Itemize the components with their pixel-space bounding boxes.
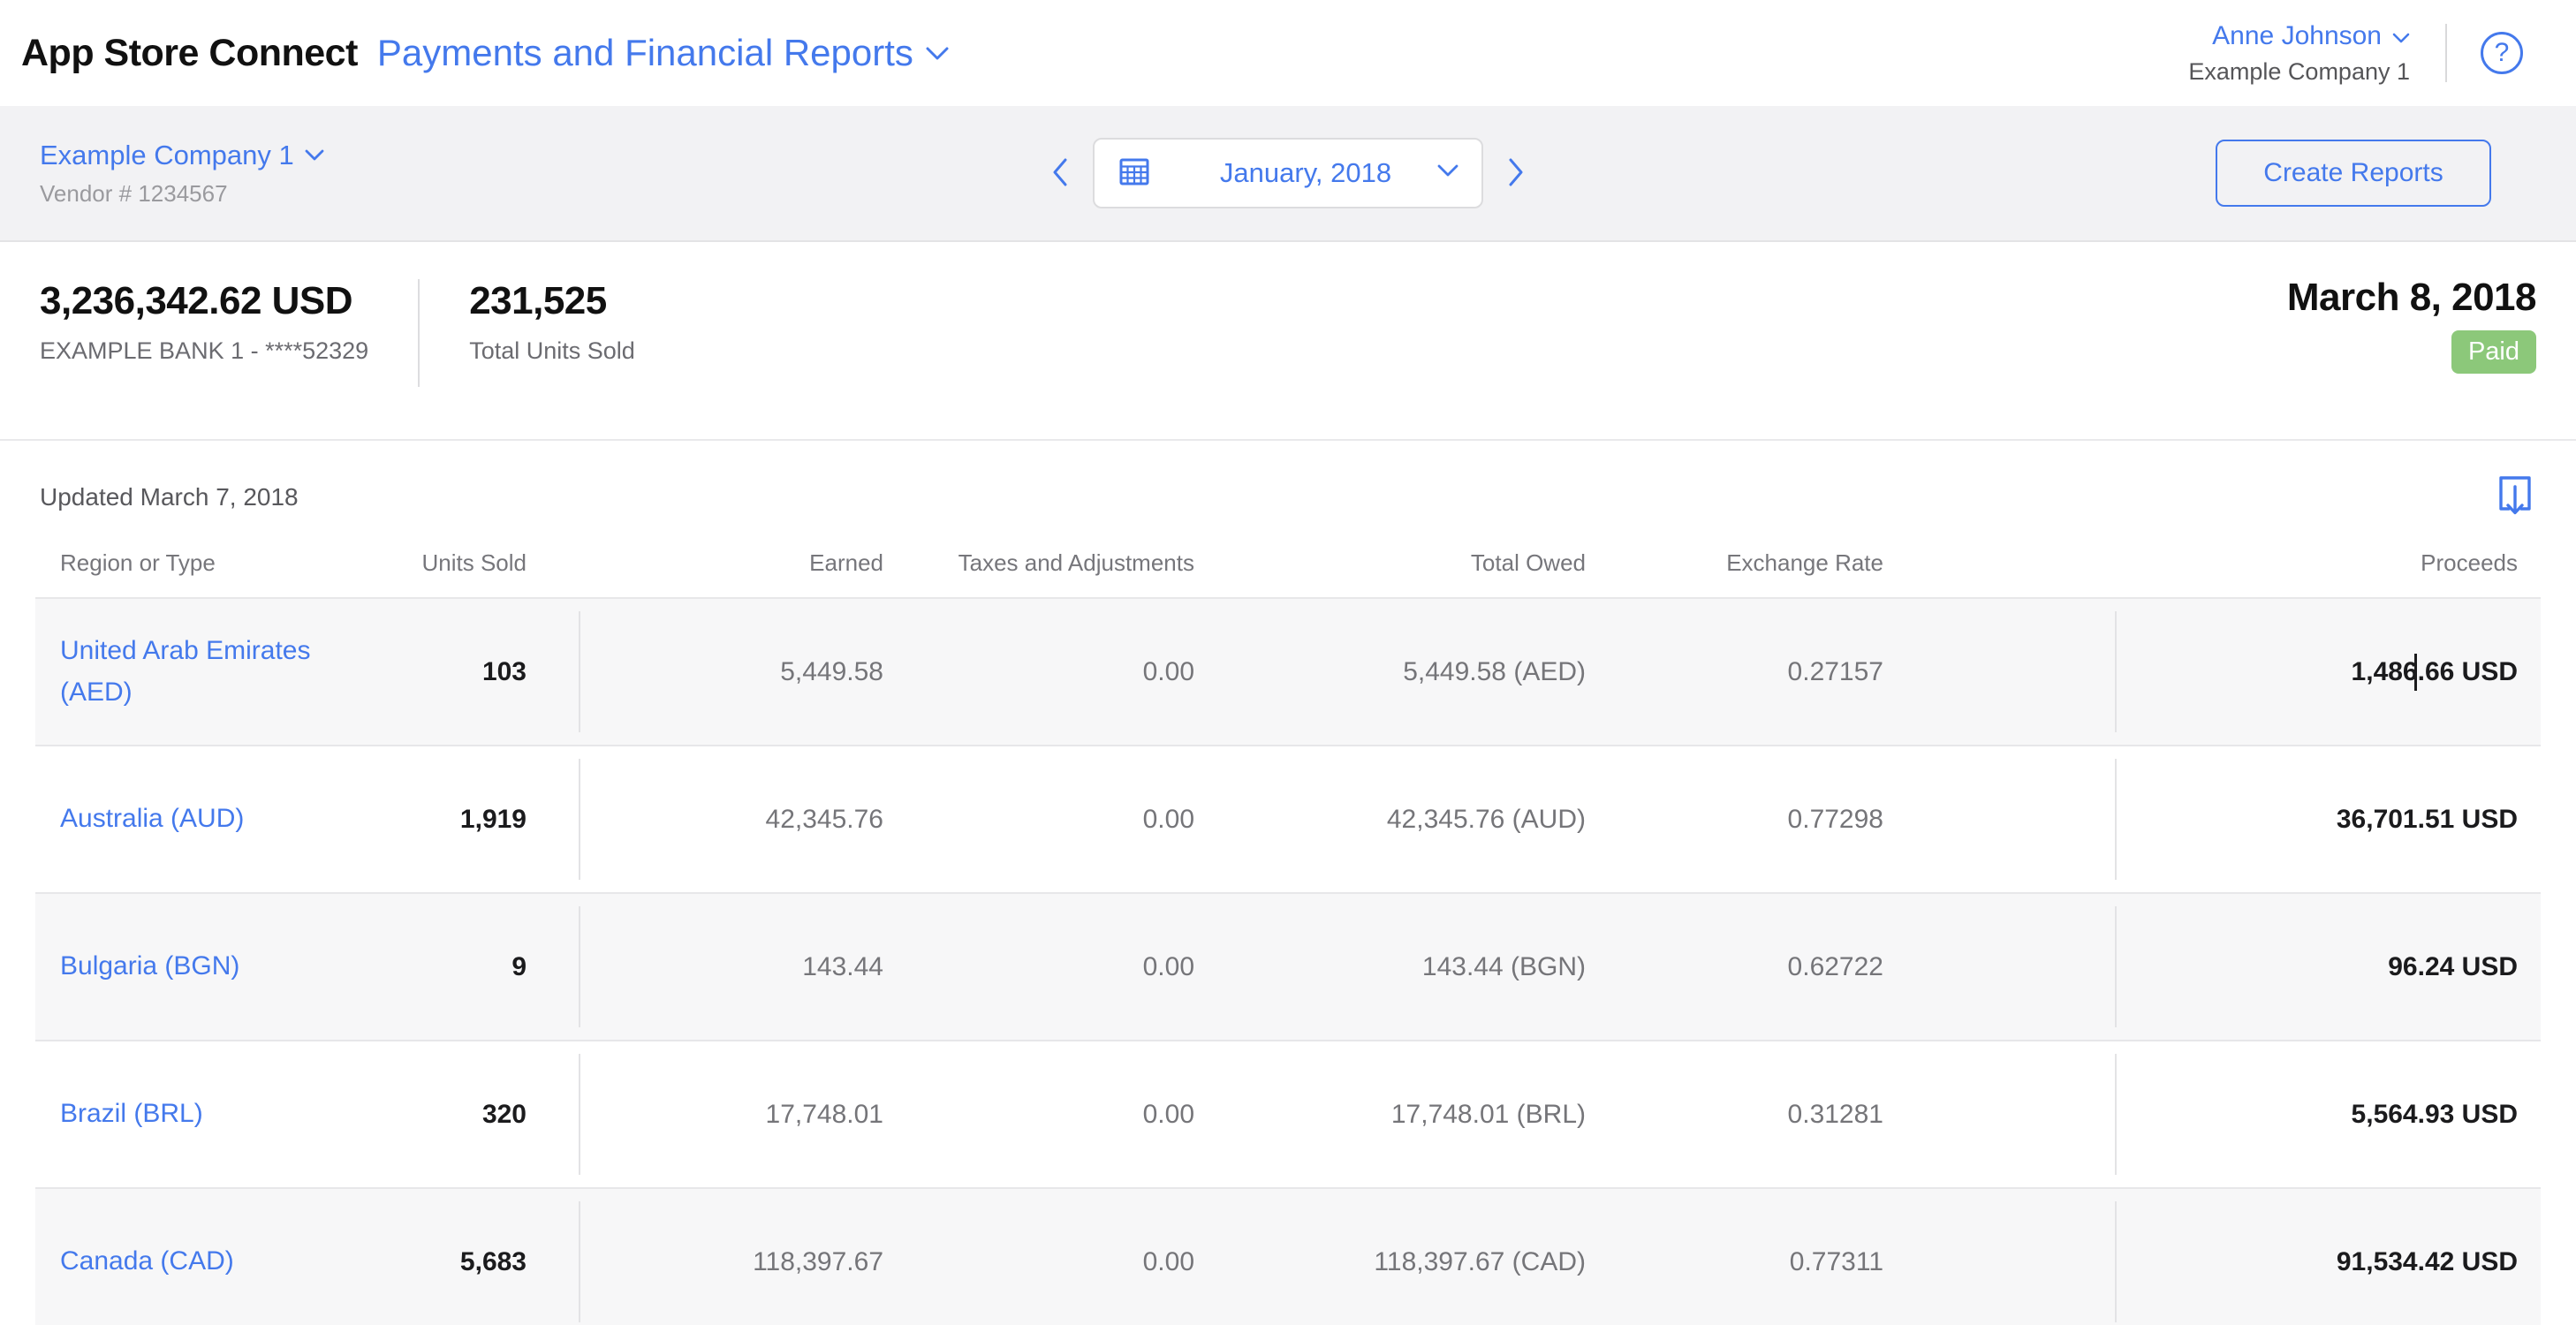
header-divider bbox=[2445, 24, 2447, 82]
table-row: Bulgaria (BGN) 9 143.44 0.00 143.44 (BGN… bbox=[35, 892, 2541, 1040]
payment-date-block: March 8, 2018 Paid bbox=[2286, 276, 2537, 374]
payment-summary: 3,236,342.62 USD EXAMPLE BANK 1 - ****52… bbox=[0, 242, 2576, 441]
taxes-cell: 0.00 bbox=[1142, 951, 1194, 981]
proceeds-cell: 5,564.93 USD bbox=[2351, 1099, 2518, 1129]
taxes-cell: 0.00 bbox=[1142, 1099, 1194, 1129]
proceeds-cell: 91,534.42 USD bbox=[2336, 1246, 2518, 1276]
units-cell: 320 bbox=[481, 1099, 527, 1129]
exchange-rate-cell: 0.27157 bbox=[1787, 656, 1883, 686]
user-menu[interactable]: Anne Johnson bbox=[2188, 21, 2410, 51]
taxes-cell: 0.00 bbox=[1142, 1246, 1194, 1276]
chevron-right-icon bbox=[1508, 158, 1524, 189]
calendar-icon bbox=[1118, 155, 1151, 193]
col-header-total-owed: Total Owed bbox=[1470, 549, 1586, 576]
col-header-proceeds: Proceeds bbox=[2421, 549, 2518, 576]
section-title: Payments and Financial Reports bbox=[376, 32, 913, 73]
summary-divider bbox=[418, 279, 420, 387]
units-cell: 9 bbox=[511, 951, 527, 981]
units-cell: 1,919 bbox=[459, 804, 527, 834]
total-units-label: Total Units Sold bbox=[469, 337, 635, 364]
region-link[interactable]: Brazil (BRL) bbox=[60, 1094, 203, 1135]
section-dropdown[interactable]: Payments and Financial Reports bbox=[377, 32, 949, 74]
download-button[interactable] bbox=[2494, 471, 2536, 523]
next-month-button[interactable] bbox=[1503, 153, 1529, 194]
proceeds-cell: 36,701.51 USD bbox=[2336, 804, 2518, 834]
region-link[interactable]: United Arab Emirates (AED) bbox=[60, 631, 327, 713]
col-header-units: Units Sold bbox=[421, 549, 527, 576]
table-row: Canada (CAD) 5,683 118,397.67 0.00 118,3… bbox=[35, 1187, 2541, 1325]
status-badge: Paid bbox=[2451, 330, 2536, 374]
total-owed-cell: 143.44 (BGN) bbox=[1421, 951, 1586, 981]
total-owed-cell: 17,748.01 (BRL) bbox=[1390, 1099, 1586, 1129]
app-title: App Store Connect bbox=[21, 31, 358, 74]
earned-cell: 118,397.67 bbox=[753, 1246, 883, 1276]
payment-amount-group: 3,236,342.62 USD EXAMPLE BANK 1 - ****52… bbox=[40, 279, 368, 439]
total-owed-cell: 118,397.67 (CAD) bbox=[1374, 1246, 1586, 1276]
earned-cell: 17,748.01 bbox=[765, 1099, 883, 1129]
top-header: App Store Connect Payments and Financial… bbox=[0, 0, 2576, 106]
chevron-down-icon bbox=[913, 40, 949, 66]
table-row: Brazil (BRL) 320 17,748.01 0.00 17,748.0… bbox=[35, 1040, 2541, 1187]
earned-cell: 5,449.58 bbox=[780, 656, 883, 686]
region-link[interactable]: Canada (CAD) bbox=[60, 1241, 234, 1283]
payment-date: March 8, 2018 bbox=[2286, 276, 2537, 319]
total-units-group: 231,525 Total Units Sold bbox=[469, 279, 635, 439]
date-picker[interactable]: January, 2018 bbox=[1093, 138, 1483, 208]
user-block: Anne Johnson Example Company 1 bbox=[2188, 21, 2410, 86]
col-header-region: Region or Type bbox=[60, 549, 216, 576]
region-link[interactable]: Bulgaria (BGN) bbox=[60, 946, 239, 988]
help-icon: ? bbox=[2494, 38, 2510, 67]
exchange-rate-cell: 0.77311 bbox=[1789, 1246, 1883, 1276]
col-header-taxes: Taxes and Adjustments bbox=[958, 549, 1194, 576]
company-block: Example Company 1 Vendor # 1234567 bbox=[40, 140, 324, 208]
company-selector[interactable]: Example Company 1 bbox=[40, 140, 324, 171]
chevron-down-icon bbox=[2382, 21, 2410, 51]
create-reports-button[interactable]: Create Reports bbox=[2216, 140, 2491, 207]
toolbar: Example Company 1 Vendor # 1234567 Janua… bbox=[0, 106, 2576, 242]
total-owed-cell: 42,345.76 (AUD) bbox=[1386, 804, 1586, 834]
units-cell: 103 bbox=[481, 656, 527, 686]
period-group: January, 2018 bbox=[1047, 138, 1529, 208]
table-header-row: Region or Type Units Sold Earned Taxes a… bbox=[35, 528, 2541, 597]
payments-table: Region or Type Units Sold Earned Taxes a… bbox=[35, 528, 2541, 1325]
chevron-down-icon bbox=[294, 144, 324, 166]
payment-amount: 3,236,342.62 USD bbox=[40, 279, 353, 322]
period-label: January, 2018 bbox=[1219, 157, 1392, 188]
exchange-rate-cell: 0.31281 bbox=[1787, 1099, 1883, 1129]
col-header-earned: Earned bbox=[809, 549, 883, 576]
taxes-cell: 0.00 bbox=[1142, 804, 1194, 834]
download-icon bbox=[2494, 471, 2536, 523]
text-cursor bbox=[2414, 653, 2417, 691]
chevron-down-icon bbox=[1437, 164, 1458, 182]
company-name: Example Company 1 bbox=[40, 139, 294, 170]
region-link[interactable]: Australia (AUD) bbox=[60, 799, 244, 840]
table-meta: Updated March 7, 2018 bbox=[0, 441, 2576, 523]
updated-text: Updated March 7, 2018 bbox=[40, 482, 299, 511]
chevron-left-icon bbox=[1052, 158, 1068, 189]
total-owed-cell: 5,449.58 (AED) bbox=[1403, 656, 1586, 686]
units-cell: 5,683 bbox=[459, 1246, 527, 1276]
taxes-cell: 0.00 bbox=[1142, 656, 1194, 686]
user-company: Example Company 1 bbox=[2188, 57, 2410, 85]
help-button[interactable]: ? bbox=[2481, 32, 2523, 74]
earned-cell: 42,345.76 bbox=[765, 804, 883, 834]
exchange-rate-cell: 0.77298 bbox=[1787, 804, 1883, 834]
bank-account: EXAMPLE BANK 1 - ****52329 bbox=[40, 337, 369, 364]
exchange-rate-cell: 0.62722 bbox=[1787, 951, 1883, 981]
previous-month-button[interactable] bbox=[1047, 153, 1073, 194]
earned-cell: 143.44 bbox=[802, 951, 883, 981]
vendor-number: Vendor # 1234567 bbox=[40, 179, 228, 207]
proceeds-cell: 96.24 USD bbox=[2388, 951, 2518, 981]
user-name: Anne Johnson bbox=[2212, 20, 2382, 50]
col-header-exchange-rate: Exchange Rate bbox=[1726, 549, 1883, 576]
table-row: United Arab Emirates (AED) 103 5,449.58 … bbox=[35, 597, 2541, 745]
total-units: 231,525 bbox=[469, 279, 607, 322]
table-row: Australia (AUD) 1,919 42,345.76 0.00 42,… bbox=[35, 745, 2541, 892]
proceeds-cell: 1,486.66 USD bbox=[1915, 653, 2541, 691]
